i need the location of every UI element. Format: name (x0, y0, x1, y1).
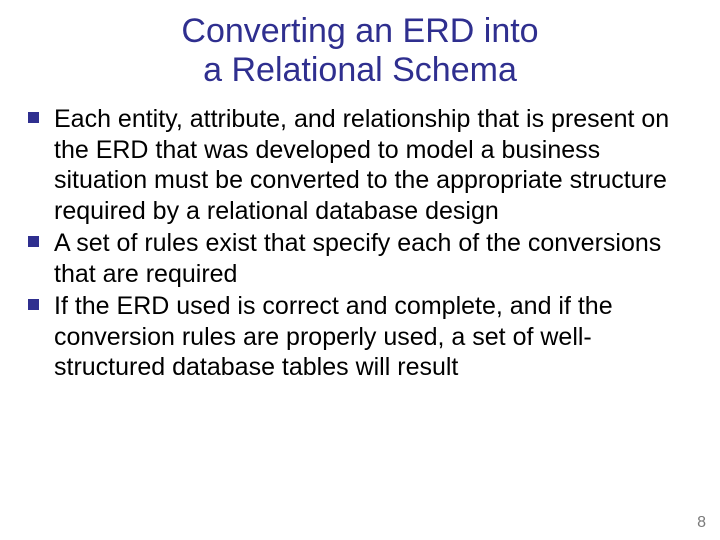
slide: Converting an ERD into a Relational Sche… (0, 0, 720, 540)
page-number: 8 (697, 514, 706, 532)
bullet-list: Each entity, attribute, and relationship… (34, 104, 698, 383)
bullet-text: If the ERD used is correct and complete,… (54, 292, 613, 381)
list-item: If the ERD used is correct and complete,… (34, 291, 698, 383)
list-item: Each entity, attribute, and relationship… (34, 104, 698, 226)
bullet-text: Each entity, attribute, and relationship… (54, 105, 669, 225)
slide-body: Each entity, attribute, and relationship… (0, 90, 720, 383)
slide-title: Converting an ERD into a Relational Sche… (0, 0, 720, 90)
list-item: A set of rules exist that specify each o… (34, 228, 698, 289)
bullet-text: A set of rules exist that specify each o… (54, 229, 661, 288)
title-line-1: Converting an ERD into (181, 12, 538, 50)
title-line-2: a Relational Schema (203, 51, 517, 89)
